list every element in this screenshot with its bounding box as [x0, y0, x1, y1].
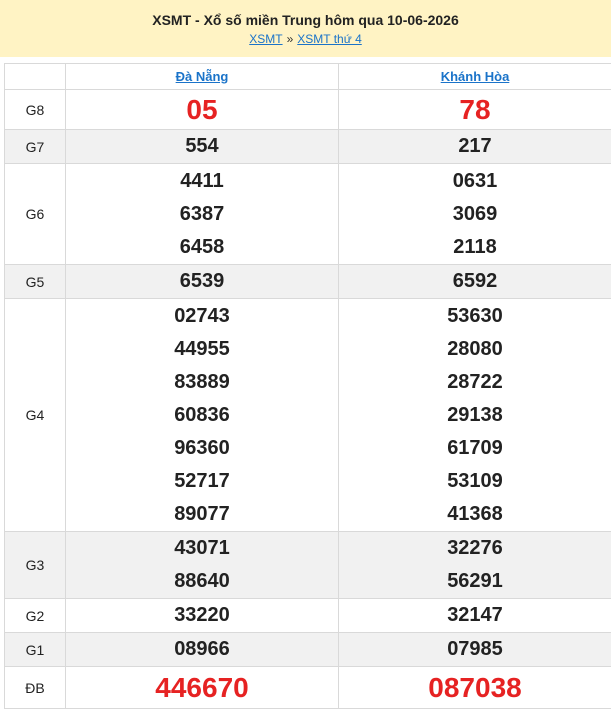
- prize-label-g4: G4: [4, 298, 66, 532]
- g4-da-nang-number: 02743: [174, 304, 230, 327]
- g1-khanh-hoa-number: 07985: [447, 638, 503, 660]
- prize-label-g2: G2: [4, 598, 66, 633]
- prize-label-g8: G8: [4, 89, 66, 130]
- g4-khanh-hoa-number: 28722: [447, 370, 503, 393]
- table-row-g7: G7 554 217: [4, 129, 611, 164]
- g7-da-nang-number: 554: [185, 135, 219, 157]
- g2-da-nang-number: 33220: [174, 604, 230, 626]
- breadcrumb-xsmt-thu4-link[interactable]: XSMT thứ 4: [297, 32, 362, 46]
- g6-da-nang-number: 6387: [179, 202, 225, 225]
- g3-khanh-hoa-number: 32276: [447, 537, 503, 559]
- g8-khanh-hoa-number: 78: [459, 94, 491, 125]
- g4-da-nang-number: 60836: [174, 403, 230, 426]
- g2-da-nang-cell: 33220: [65, 598, 339, 633]
- table-row-g3: G3 43071 88640 32276 56291: [4, 531, 611, 599]
- g4-da-nang-number: 52717: [174, 469, 230, 492]
- g6-khanh-hoa-number: 0631: [452, 169, 498, 192]
- g3-da-nang-number: 43071: [174, 537, 230, 559]
- g4-khanh-hoa-number: 29138: [447, 403, 503, 426]
- g6-khanh-hoa-number: 2118: [453, 235, 497, 258]
- g1-da-nang-cell: 08966: [65, 632, 339, 667]
- g6-da-nang-number: 6458: [179, 235, 225, 258]
- table-row-g5: G5 6539 6592: [4, 264, 611, 299]
- g8-da-nang-cell: 05: [65, 89, 339, 130]
- breadcrumb-xsmt-link[interactable]: XSMT: [249, 32, 282, 46]
- special-da-nang-number: 446670: [155, 672, 249, 703]
- special-khanh-hoa-cell: 087038: [338, 666, 611, 709]
- g3-da-nang-cell: 43071 88640: [65, 531, 339, 599]
- g4-da-nang-number: 44955: [174, 337, 230, 360]
- table-row-g4: G4 02743 44955 83889 60836 96360 52717 8…: [4, 298, 611, 532]
- prize-label-special: ĐB: [4, 666, 66, 709]
- g7-khanh-hoa-number: 217: [458, 135, 492, 157]
- g4-khanh-hoa-number: 61709: [447, 436, 503, 459]
- page-title: XSMT - Xổ số miền Trung hôm qua 10-06-20…: [152, 12, 459, 28]
- g4-khanh-hoa-number: 41368: [447, 502, 503, 525]
- special-khanh-hoa-number: 087038: [428, 672, 522, 703]
- table-row-g6: G6 4411 6387 6458 0631 3069 2118: [4, 163, 611, 265]
- table-row-g8: G8 05 78: [4, 89, 611, 130]
- prize-label-g3: G3: [4, 531, 66, 599]
- g4-khanh-hoa-number: 28080: [447, 337, 503, 360]
- province-link-da-nang[interactable]: Đà Nẵng: [176, 69, 229, 84]
- breadcrumb: XSMT » XSMT thứ 4: [0, 32, 611, 46]
- special-da-nang-cell: 446670: [65, 666, 339, 709]
- g6-khanh-hoa-number: 3069: [452, 202, 498, 225]
- g4-khanh-hoa-number: 53630: [447, 304, 503, 327]
- results-table: Đà Nẵng Khánh Hòa G8 05 78 G7 554 217 G6…: [4, 63, 611, 709]
- g2-khanh-hoa-number: 32147: [447, 604, 503, 626]
- g6-da-nang-number: 4411: [180, 169, 224, 192]
- table-row-g2: G2 33220 32147: [4, 598, 611, 633]
- g4-da-nang-number: 83889: [174, 370, 230, 393]
- g5-da-nang-number: 6539: [179, 270, 225, 292]
- g3-da-nang-number: 88640: [174, 570, 230, 592]
- g6-khanh-hoa-cell: 0631 3069 2118: [338, 163, 611, 265]
- prize-label-g6: G6: [4, 163, 66, 265]
- table-row-g1: G1 08966 07985: [4, 632, 611, 667]
- g3-khanh-hoa-number: 56291: [447, 570, 503, 592]
- g6-da-nang-cell: 4411 6387 6458: [65, 163, 339, 265]
- table-header-row: Đà Nẵng Khánh Hòa: [4, 63, 611, 90]
- province-header-da-nang: Đà Nẵng: [65, 63, 339, 90]
- breadcrumb-separator: »: [286, 32, 294, 46]
- g7-khanh-hoa-cell: 217: [338, 129, 611, 164]
- results-header: XSMT - Xổ số miền Trung hôm qua 10-06-20…: [0, 0, 611, 57]
- g4-da-nang-number: 96360: [174, 436, 230, 459]
- prize-label-g1: G1: [4, 632, 66, 667]
- g4-khanh-hoa-cell: 53630 28080 28722 29138 61709 53109 4136…: [338, 298, 611, 532]
- table-row-special: ĐB 446670 087038: [4, 666, 611, 709]
- province-link-khanh-hoa[interactable]: Khánh Hòa: [441, 69, 510, 84]
- prize-label-g5: G5: [4, 264, 66, 299]
- g4-da-nang-number: 89077: [174, 502, 230, 525]
- g8-khanh-hoa-cell: 78: [338, 89, 611, 130]
- g5-khanh-hoa-number: 6592: [452, 270, 498, 292]
- g4-da-nang-cell: 02743 44955 83889 60836 96360 52717 8907…: [65, 298, 339, 532]
- g5-khanh-hoa-cell: 6592: [338, 264, 611, 299]
- corner-cell: [4, 63, 66, 90]
- g8-da-nang-number: 05: [186, 94, 218, 125]
- province-header-khanh-hoa: Khánh Hòa: [338, 63, 611, 90]
- g5-da-nang-cell: 6539: [65, 264, 339, 299]
- g2-khanh-hoa-cell: 32147: [338, 598, 611, 633]
- g3-khanh-hoa-cell: 32276 56291: [338, 531, 611, 599]
- g1-khanh-hoa-cell: 07985: [338, 632, 611, 667]
- prize-label-g7: G7: [4, 129, 66, 164]
- g4-khanh-hoa-number: 53109: [447, 469, 503, 492]
- g7-da-nang-cell: 554: [65, 129, 339, 164]
- g1-da-nang-number: 08966: [174, 638, 230, 660]
